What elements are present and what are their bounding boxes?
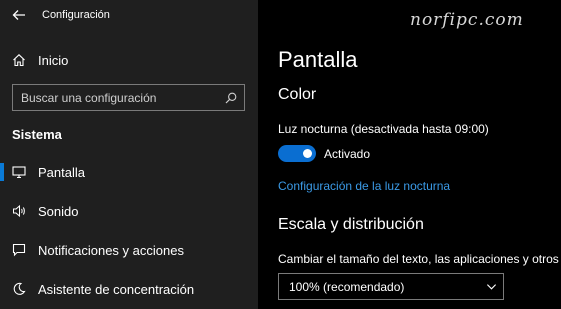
night-light-toggle-row: Activado [278,145,370,162]
chevron-down-icon [479,281,503,292]
scale-description: Cambiar el tamaño del texto, las aplicac… [278,252,559,266]
search-input[interactable] [13,85,218,110]
night-light-settings-link[interactable]: Configuración de la luz nocturna [278,179,450,193]
back-button[interactable] [0,0,38,30]
section-title: Sistema [12,127,62,142]
scale-heading: Escala y distribución [278,216,424,233]
speaker-icon [0,204,38,218]
sidebar-item-label: Inicio [38,52,69,68]
color-heading: Color [278,86,317,103]
scale-select-value: 100% (recomendado) [289,279,405,294]
toggle-knob [303,149,312,158]
app-title: Configuración [42,9,110,21]
sidebar-item-label: Asistente de concentración [38,281,195,297]
title-bar: Configuración [0,0,258,30]
watermark: norfipc.com [410,10,524,30]
monitor-icon [0,165,38,179]
home-icon [0,53,38,67]
sidebar-item-sonido[interactable]: Sonido [0,194,258,228]
sidebar-item-asistente[interactable]: Asistente de concentración [0,272,258,306]
back-arrow-icon [12,10,25,20]
search-box [12,84,245,111]
notification-icon [0,243,38,257]
toggle-label: Activado [324,146,371,161]
sidebar-item-pantalla[interactable]: Pantalla [0,155,258,189]
moon-icon [0,282,38,296]
night-light-status: Luz nocturna (desactivada hasta 09:00) [278,122,489,136]
sidebar-item-notificaciones[interactable]: Notificaciones y acciones [0,233,258,267]
sidebar-item-label: Sonido [38,203,79,219]
scale-select[interactable]: 100% (recomendado) [278,273,504,300]
night-light-toggle[interactable] [278,145,316,162]
sidebar: Configuración Inicio Sistema Pantalla So… [0,0,258,309]
search-icon[interactable] [218,92,244,104]
page-title: Pantalla [278,47,358,72]
sidebar-item-home[interactable]: Inicio [0,45,258,75]
sidebar-item-label: Notificaciones y acciones [38,242,184,258]
main-content: norfipc.com Pantalla Color Luz nocturna … [258,0,561,309]
sidebar-item-label: Pantalla [38,164,85,180]
